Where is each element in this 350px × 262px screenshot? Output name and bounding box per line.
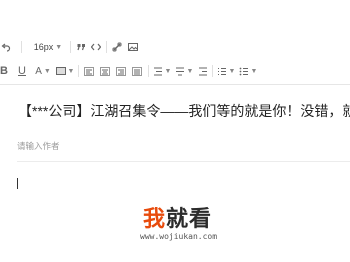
align-center-icon[interactable] [98, 60, 112, 82]
watermark-logo: 我就看 www.wojiukan.com [140, 206, 263, 242]
quote-icon[interactable] [74, 36, 88, 58]
separator [78, 65, 79, 77]
ordered-list-icon[interactable]: ▼ [216, 60, 236, 82]
divider [17, 161, 350, 162]
separator [106, 41, 107, 53]
font-size-select[interactable]: 16px ▼ [30, 36, 66, 58]
indent-icon[interactable] [196, 60, 210, 82]
align-right-icon[interactable] [114, 60, 128, 82]
toolbar-row-1: 16px ▼ [0, 36, 350, 58]
image-icon[interactable] [126, 36, 140, 58]
undo-icon[interactable] [0, 36, 12, 58]
watermark-text: 我就看 [143, 206, 213, 231]
align-justify-icon[interactable] [130, 60, 144, 82]
separator [148, 65, 149, 77]
unordered-list-icon[interactable]: ▼ [238, 60, 258, 82]
font-color-icon[interactable]: A ▼ [34, 60, 52, 82]
separator [21, 41, 22, 53]
toolbar-row-2: B U A ▼ ▼ ▼ ▼ ▼ ▼ [0, 60, 350, 82]
code-icon[interactable] [89, 36, 103, 58]
watermark-url: www.wojiukan.com [140, 232, 218, 241]
link-icon[interactable] [110, 36, 124, 58]
line-height-icon[interactable]: ▼ [152, 60, 172, 82]
text-cursor [17, 178, 18, 189]
highlight-icon[interactable]: ▼ [55, 60, 75, 82]
separator [70, 41, 71, 53]
paragraph-spacing-icon[interactable]: ▼ [174, 60, 194, 82]
separator [212, 65, 213, 77]
underline-icon[interactable]: U [16, 60, 28, 82]
chevron-down-icon: ▼ [55, 43, 63, 51]
bold-icon[interactable]: B [0, 60, 8, 82]
article-title[interactable]: 【***公司】江湖召集令——我们等的就是你！没错，就是 [18, 101, 350, 121]
author-field[interactable] [17, 138, 317, 154]
align-left-icon[interactable] [82, 60, 96, 82]
font-size-value: 16px [33, 42, 54, 52]
editor-toolbar: 16px ▼ B U A ▼ ▼ ▼ ▼ ▼ ▼ [0, 0, 350, 85]
